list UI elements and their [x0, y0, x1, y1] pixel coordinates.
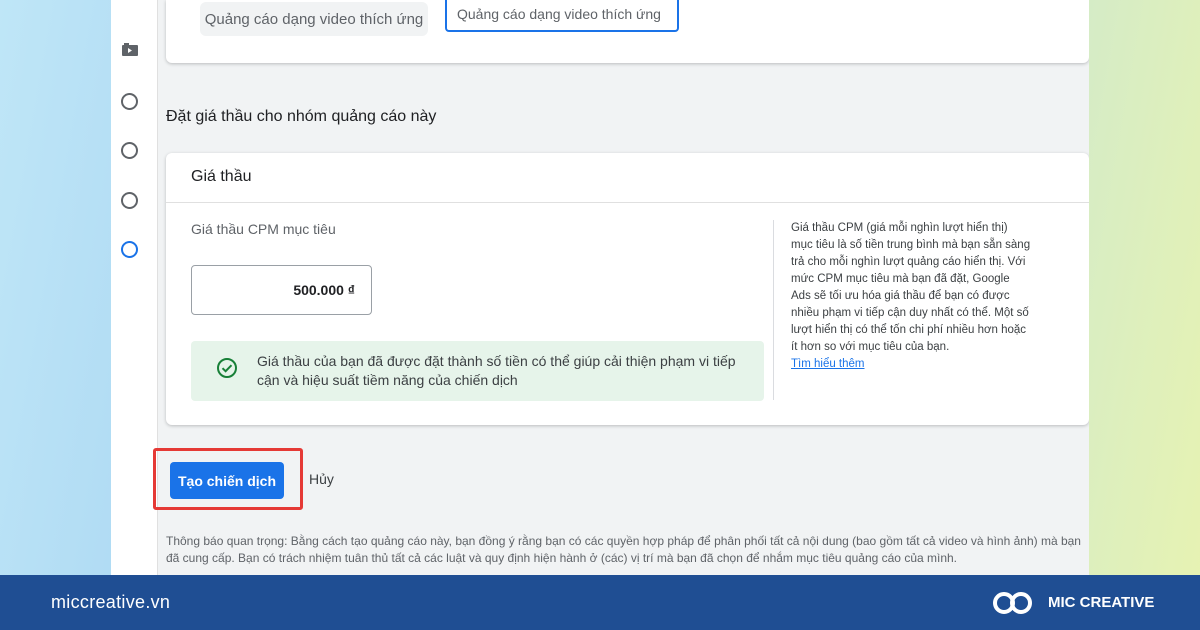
- divider: [773, 220, 774, 400]
- create-campaign-button[interactable]: Tạo chiến dịch: [170, 462, 284, 499]
- cpm-help-text: Giá thầu CPM (giá mỗi nghìn lượt hiển th…: [791, 222, 1031, 353]
- learn-more-link[interactable]: Tìm hiểu thêm: [791, 358, 865, 370]
- bid-success-notice: Giá thầu của bạn đã được đặt thành số ti…: [191, 341, 764, 401]
- cancel-button[interactable]: Hủy: [309, 471, 334, 487]
- ad-format-chip[interactable]: Quảng cáo dạng video thích ứng: [200, 2, 428, 36]
- bid-card-header: Giá thầu: [166, 153, 1089, 203]
- ads-screen: Quảng cáo dạng video thích ứng Quảng cáo…: [111, 0, 1089, 575]
- mic-creative-logo-icon: [993, 592, 1032, 614]
- site-url: miccreative.vn: [51, 592, 171, 612]
- target-cpm-input[interactable]: 500.000 ₫: [191, 265, 372, 315]
- brand-name: MIC CREATIVE: [1048, 594, 1155, 611]
- legal-notice: Thông báo quan trọng: Bằng cách tạo quản…: [166, 534, 1081, 565]
- step-circle-3-icon[interactable]: [121, 192, 138, 209]
- ad-format-field[interactable]: Quảng cáo dạng video thích ứng: [445, 0, 679, 32]
- section-title: Đặt giá thầu cho nhóm quảng cáo này: [166, 108, 437, 125]
- check-circle-icon: [217, 358, 237, 378]
- bid-card: Giá thầu Giá thầu CPM mục tiêu 500.000 ₫…: [166, 153, 1089, 425]
- brand-footer: miccreative.vn MIC CREATIVE: [0, 575, 1200, 630]
- ad-format-card: Quảng cáo dạng video thích ứng Quảng cáo…: [166, 0, 1089, 63]
- video-camera-icon: [122, 43, 138, 56]
- step-rail: [111, 0, 158, 575]
- step-circle-active-icon[interactable]: [121, 241, 138, 258]
- target-cpm-label: Giá thầu CPM mục tiêu: [191, 221, 336, 237]
- step-circle-1-icon[interactable]: [121, 93, 138, 110]
- notice-text: Giá thầu của bạn đã được đặt thành số ti…: [257, 353, 736, 388]
- step-circle-2-icon[interactable]: [121, 142, 138, 159]
- cpm-help-panel: Giá thầu CPM (giá mỗi nghìn lượt hiển th…: [791, 220, 1031, 373]
